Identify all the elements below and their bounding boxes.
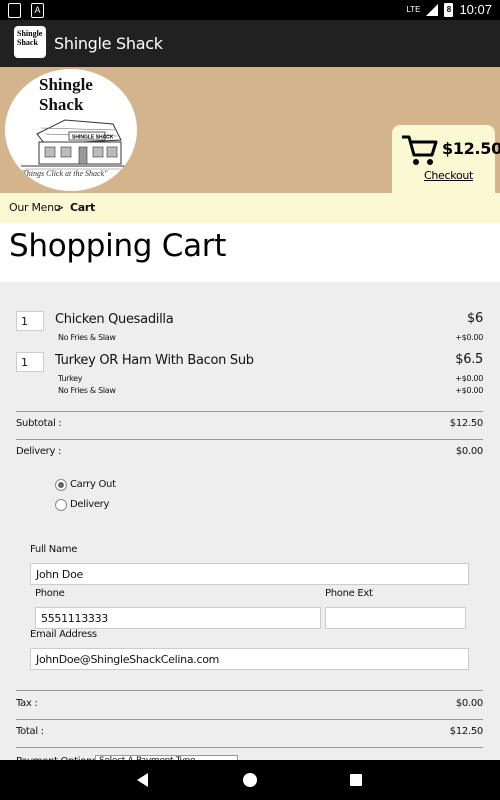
logo-sign-text: SHINGLE SHACK <box>72 135 114 141</box>
phone-ext-label: Phone Ext <box>325 588 373 599</box>
recent-apps-icon[interactable] <box>350 774 362 786</box>
home-icon[interactable] <box>243 773 257 787</box>
logo-tagline: "Things Click at the Shack" <box>19 169 108 178</box>
cart-summary[interactable]: $12.50 Checkout <box>392 125 500 193</box>
divider <box>16 747 483 748</box>
app-title: Shingle Shack <box>54 34 163 53</box>
battery-icon: 8 <box>444 2 454 17</box>
divider <box>16 719 483 720</box>
delivery-option-label[interactable]: Delivery <box>70 499 109 510</box>
app-logo: Shingle Shack <box>14 26 46 58</box>
item-modifier: Turkey <box>58 374 83 383</box>
delivery-label: Delivery : <box>16 446 62 457</box>
breadcrumb-separator: > <box>55 201 64 214</box>
breadcrumb-our-menu[interactable]: Our Menu <box>9 201 61 214</box>
checkout-link[interactable]: Checkout <box>424 169 473 182</box>
item-price: $6.5 <box>455 352 483 367</box>
phone-label: Phone <box>35 588 65 599</box>
divider <box>16 690 483 691</box>
sd-card-icon <box>8 3 21 18</box>
restaurant-logo[interactable]: Shingle Shack SHINGLE SHACK "Things Clic… <box>5 69 137 191</box>
app-notification-icon: A <box>31 3 44 18</box>
carry-out-radio[interactable] <box>55 479 67 491</box>
full-name-label: Full Name <box>30 544 78 555</box>
shack-building-icon: SHINGLE SHACK <box>21 119 125 170</box>
logo-line1: Shingle <box>39 75 93 94</box>
item-modifier: No Fries & Slaw <box>58 333 116 342</box>
total-label: Total : <box>16 726 44 737</box>
carry-out-label[interactable]: Carry Out <box>70 479 116 490</box>
item-quantity-input[interactable]: 1 <box>16 352 44 372</box>
divider <box>16 439 483 440</box>
breadcrumb: Our Menu > Cart <box>0 193 500 223</box>
system-nav-bar <box>0 760 500 800</box>
item-modifier: No Fries & Slaw <box>58 386 116 395</box>
total-value: $12.50 <box>449 726 484 737</box>
signal-icon <box>426 3 439 16</box>
full-name-input[interactable]: John Doe <box>30 563 469 585</box>
tax-value: $0.00 <box>455 698 483 709</box>
app-bar: Shingle Shack Shingle Shack <box>0 20 500 67</box>
email-label: Email Address <box>30 629 97 640</box>
email-input[interactable]: JohnDoe@ShingleShackCelina.com <box>30 648 469 670</box>
clock: 10:07 <box>459 2 492 17</box>
network-type: LTE <box>406 5 421 14</box>
item-name: Turkey OR Ham With Bacon Sub <box>55 353 254 368</box>
logo-line2: Shack <box>39 95 84 114</box>
item-price: $6 <box>467 311 483 326</box>
divider <box>16 411 483 412</box>
subtotal-label: Subtotal : <box>16 418 62 429</box>
phone-input[interactable]: 5551113333 <box>35 607 321 629</box>
tax-label: Tax : <box>16 698 38 709</box>
cart-icon <box>402 135 438 165</box>
page-title: Shopping Cart <box>9 228 227 264</box>
back-icon[interactable] <box>137 773 148 787</box>
header-banner: Shingle Shack SHINGLE SHACK "Things Clic… <box>0 67 500 193</box>
item-quantity-input[interactable]: 1 <box>16 311 44 331</box>
delivery-value: $0.00 <box>455 446 483 457</box>
subtotal-value: $12.50 <box>449 418 484 429</box>
item-modifier-price: +$0.00 <box>455 333 483 342</box>
item-modifier-price: +$0.00 <box>455 374 483 383</box>
cart-panel: 1 Chicken Quesadilla $6 No Fries & Slaw … <box>0 282 500 769</box>
delivery-radio[interactable] <box>55 499 67 511</box>
item-modifier-price: +$0.00 <box>455 386 483 395</box>
cart-total: $12.50 <box>442 139 500 158</box>
phone-ext-input[interactable] <box>325 607 466 629</box>
status-bar: A LTE 8 10:07 <box>0 0 500 20</box>
breadcrumb-cart: Cart <box>70 201 95 214</box>
item-name: Chicken Quesadilla <box>55 312 174 327</box>
